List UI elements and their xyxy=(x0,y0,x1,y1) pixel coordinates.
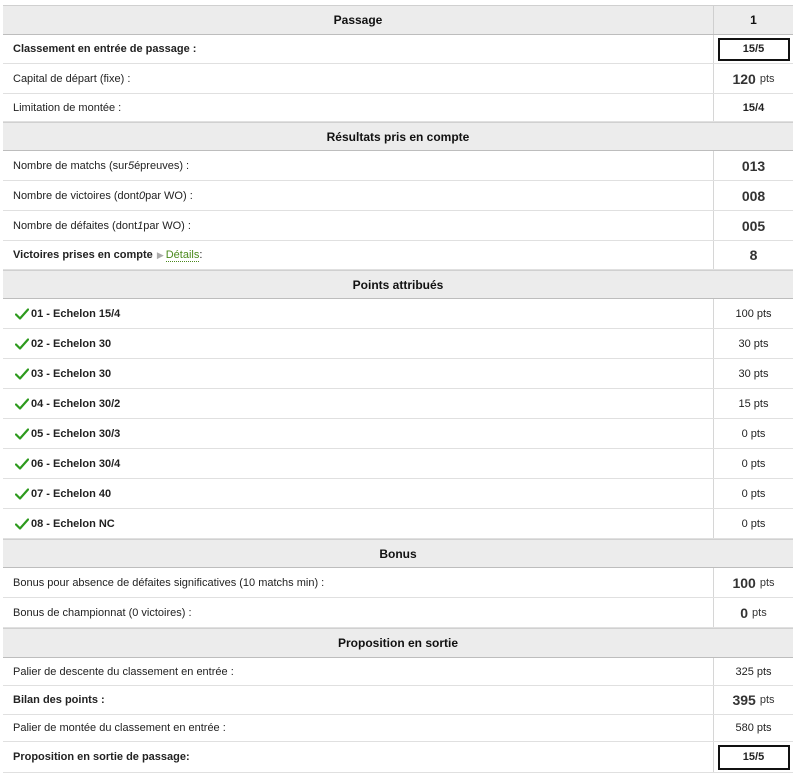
row-bilan-points: Bilan des points : 395 pts xyxy=(3,686,793,715)
checkmark-icon xyxy=(15,517,29,530)
points-row: 03 - Echelon 30 30 pts xyxy=(3,359,793,389)
row-victoires-prises: Victoires prises en compte ▶ Détails : 8 xyxy=(3,241,793,270)
row-palier-descente: Palier de descente du classement en entr… xyxy=(3,658,793,686)
checkmark-icon xyxy=(15,367,29,380)
points-row: 06 - Echelon 30/4 0 pts xyxy=(3,449,793,479)
points-row-value: 100 pts xyxy=(713,299,793,328)
section-header-points: Points attribués xyxy=(3,270,793,299)
points-row: 01 - Echelon 15/4 100 pts xyxy=(3,299,793,329)
row-limitation-montee: Limitation de montée : 15/4 xyxy=(3,94,793,122)
column-header: 1 xyxy=(713,6,793,34)
details-link[interactable]: Détails xyxy=(165,249,200,262)
row-nombre-defaites: Nombre de défaites (dont 1 par WO) : 005 xyxy=(3,211,793,241)
points-row-label: 08 - Echelon NC xyxy=(3,509,713,538)
section-header-bonus: Bonus xyxy=(3,539,793,568)
points-row-label: 07 - Echelon 40 xyxy=(3,479,713,508)
checkmark-icon xyxy=(15,307,29,320)
ranking-table: Passage 1 Classement en entrée de passag… xyxy=(0,0,796,779)
points-row: 08 - Echelon NC 0 pts xyxy=(3,509,793,539)
bonus-absence-value: 100 xyxy=(732,574,756,591)
row-label: Nombre de défaites (dont 1 par WO) : xyxy=(13,219,191,232)
proposition-value: 15/5 xyxy=(717,744,790,770)
row-nombre-victoires: Nombre de victoires (dont 0 par WO) : 00… xyxy=(3,181,793,211)
points-row-value: 0 pts xyxy=(713,509,793,538)
section-title: Résultats pris en compte xyxy=(326,129,470,144)
row-label: Nombre de matchs (sur 5 épreuves) : xyxy=(13,159,190,172)
palier-montee-value: 580 pts xyxy=(713,715,793,741)
points-row-value: 30 pts xyxy=(713,359,793,388)
points-row: 05 - Echelon 30/3 0 pts xyxy=(3,419,793,449)
checkmark-icon xyxy=(15,337,29,350)
checkmark-icon xyxy=(15,487,29,500)
victoires-prises-value: 8 xyxy=(713,241,793,269)
points-row-value: 30 pts xyxy=(713,329,793,358)
capital-value: 120 xyxy=(732,70,756,87)
points-row-value: 0 pts xyxy=(713,449,793,478)
section-header-sortie: Proposition en sortie xyxy=(3,628,793,658)
limitation-value: 15/4 xyxy=(713,94,793,121)
points-row-label: 01 - Echelon 15/4 xyxy=(3,299,713,328)
row-bonus-championnat: Bonus de championnat (0 victoires) : 0 pt… xyxy=(3,598,793,628)
section-title: Passage xyxy=(333,13,383,27)
row-label: Palier de descente du classement en entr… xyxy=(13,665,234,678)
row-palier-montee: Palier de montée du classement en entrée… xyxy=(3,715,793,742)
row-classement-entree: Classement en entrée de passage : 15/5 xyxy=(3,35,793,64)
row-label: Capital de départ (fixe) : xyxy=(13,72,131,85)
row-proposition-sortie: Proposition en sortie de passage: 15/5 xyxy=(3,742,793,773)
points-row: 07 - Echelon 40 0 pts xyxy=(3,479,793,509)
triangle-right-icon: ▶ xyxy=(156,249,164,260)
row-label: Bilan des points : xyxy=(13,694,105,706)
capital-unit: pts xyxy=(759,72,775,85)
row-label: Palier de montée du classement en entrée… xyxy=(13,722,226,734)
section-title: Proposition en sortie xyxy=(337,636,458,650)
row-label: Limitation de montée : xyxy=(13,101,122,114)
row-label: Nombre de victoires (dont 0 par WO) : xyxy=(13,189,193,202)
row-nombre-matchs: Nombre de matchs (sur 5 épreuves) : 013 xyxy=(3,151,793,181)
defaites-value: 005 xyxy=(713,211,793,240)
section-header-passage: Passage 1 xyxy=(3,5,793,35)
points-row-value: 0 pts xyxy=(713,419,793,448)
points-row-value: 15 pts xyxy=(713,389,793,418)
row-label: Classement en entrée de passage : xyxy=(13,43,197,55)
row-label: Victoires prises en compte ▶ Détails : xyxy=(13,248,203,262)
palier-descente-value: 325 pts xyxy=(713,658,793,685)
points-row-label: 04 - Echelon 30/2 xyxy=(3,389,713,418)
points-row: 04 - Echelon 30/2 15 pts xyxy=(3,389,793,419)
checkmark-icon xyxy=(15,427,29,440)
points-row-label: 03 - Echelon 30 xyxy=(3,359,713,388)
section-title: Bonus xyxy=(379,546,417,561)
checkmark-icon xyxy=(15,397,29,410)
points-row-label: 06 - Echelon 30/4 xyxy=(3,449,713,478)
row-label: Bonus de championnat (0 victoires) : xyxy=(13,606,192,619)
row-label: Proposition en sortie de passage: xyxy=(13,751,190,763)
points-row-value: 0 pts xyxy=(713,479,793,508)
row-label: Bonus pour absence de défaites significa… xyxy=(13,576,325,589)
points-row: 02 - Echelon 30 30 pts xyxy=(3,329,793,359)
victoires-value: 008 xyxy=(713,181,793,210)
row-bonus-absence: Bonus pour absence de défaites significa… xyxy=(3,568,793,598)
row-capital-depart: Capital de départ (fixe) : 120 pts xyxy=(3,64,793,94)
bilan-value: 395 xyxy=(732,692,756,708)
section-title: Points attribués xyxy=(352,277,444,292)
checkmark-icon xyxy=(15,457,29,470)
points-row-label: 05 - Echelon 30/3 xyxy=(3,419,713,448)
matchs-value: 013 xyxy=(713,151,793,180)
points-row-label: 02 - Echelon 30 xyxy=(3,329,713,358)
section-header-resultats: Résultats pris en compte xyxy=(3,122,793,151)
classement-entree-value: 15/5 xyxy=(717,37,790,61)
bonus-championnat-value: 0 xyxy=(740,604,749,621)
